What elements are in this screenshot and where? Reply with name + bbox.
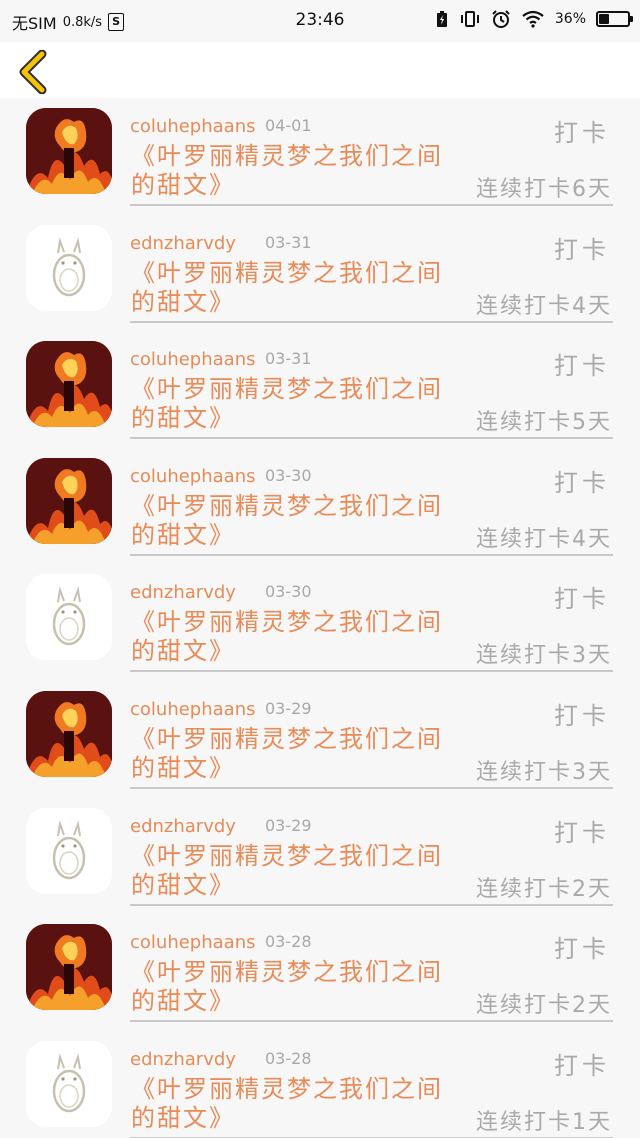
- book-title[interactable]: 《叶罗丽精灵梦之我们之间的甜文》: [131, 725, 461, 783]
- username[interactable]: ednzharvdy: [130, 816, 236, 837]
- post-date: 03-31: [265, 349, 312, 369]
- post-date: 03-30: [265, 465, 312, 485]
- battery-percent: 36%: [554, 11, 586, 27]
- flame-avatar-art: [26, 924, 112, 1011]
- divider: [130, 903, 613, 906]
- checkin-feed[interactable]: coluhephaans 04-01 《叶罗丽精灵梦之我们之间的甜文》 打卡 连…: [0, 98, 640, 1138]
- streak-label: 连续打卡6天: [476, 177, 612, 202]
- book-title[interactable]: 《叶罗丽精灵梦之我们之间的甜文》: [131, 375, 461, 433]
- vibrate-icon: [460, 11, 479, 27]
- back-button[interactable]: [14, 49, 54, 95]
- username[interactable]: coluhephaans: [130, 349, 255, 370]
- flame-avatar-art: [26, 341, 112, 428]
- post-date: 03-31: [265, 232, 312, 252]
- flame-avatar-art: [26, 690, 112, 777]
- divider: [130, 553, 613, 556]
- book-title[interactable]: 《叶罗丽精灵梦之我们之间的甜文》: [131, 608, 461, 666]
- post-date: 03-28: [265, 1048, 312, 1068]
- post-date: 03-30: [265, 582, 312, 602]
- username[interactable]: ednzharvdy: [130, 582, 236, 603]
- post-date: 03-29: [265, 698, 312, 718]
- status-right: 36%: [435, 9, 633, 29]
- feed-item[interactable]: ednzharvdy 03-28 《叶罗丽精灵梦之我们之间的甜文》 打卡 连续打…: [0, 1031, 640, 1138]
- totoro-avatar-art: [26, 807, 112, 894]
- totoro-avatar-art: [26, 1040, 112, 1127]
- divider: [130, 437, 613, 440]
- feed-item[interactable]: coluhephaans 04-01 《叶罗丽精灵梦之我们之间的甜文》 打卡 连…: [0, 98, 640, 215]
- avatar[interactable]: [26, 108, 112, 194]
- streak-label: 连续打卡2天: [476, 876, 612, 902]
- feed-item[interactable]: coluhephaans 03-31 《叶罗丽精灵梦之我们之间的甜文》 打卡 连…: [0, 331, 640, 448]
- post-date: 03-28: [265, 932, 312, 952]
- book-title[interactable]: 《叶罗丽精灵梦之我们之间的甜文》: [131, 958, 461, 1016]
- battery-icon: [596, 11, 633, 27]
- avatar[interactable]: [26, 690, 112, 777]
- checkin-button[interactable]: 打卡: [554, 929, 610, 964]
- feed-item[interactable]: coluhephaans 03-30 《叶罗丽精灵梦之我们之间的甜文》 打卡 连…: [0, 448, 640, 565]
- checkin-button[interactable]: 打卡: [554, 113, 610, 148]
- username[interactable]: coluhephaans: [130, 466, 255, 487]
- streak-label: 连续打卡3天: [476, 759, 612, 785]
- battery-saver-icon: [436, 11, 447, 27]
- book-title[interactable]: 《叶罗丽精灵梦之我们之间的甜文》: [131, 1075, 461, 1133]
- avatar[interactable]: [26, 807, 112, 894]
- username[interactable]: coluhephaans: [130, 116, 255, 137]
- streak-label: 连续打卡5天: [476, 410, 612, 436]
- feed-item[interactable]: ednzharvdy 03-30 《叶罗丽精灵梦之我们之间的甜文》 打卡 连续打…: [0, 564, 640, 681]
- flame-avatar-art: [26, 457, 112, 544]
- checkin-button[interactable]: 打卡: [554, 230, 610, 265]
- divider: [130, 204, 613, 206]
- feed-item[interactable]: ednzharvdy 03-31 《叶罗丽精灵梦之我们之间的甜文》 打卡 连续打…: [0, 215, 640, 332]
- checkin-button[interactable]: 打卡: [554, 813, 610, 848]
- alarm-icon: [492, 10, 510, 28]
- avatar[interactable]: [26, 224, 112, 311]
- divider: [130, 320, 613, 323]
- streak-label: 连续打卡3天: [476, 643, 612, 669]
- username[interactable]: ednzharvdy: [130, 1049, 236, 1070]
- username[interactable]: coluhephaans: [130, 699, 255, 720]
- book-title[interactable]: 《叶罗丽精灵梦之我们之间的甜文》: [131, 492, 461, 550]
- book-title[interactable]: 《叶罗丽精灵梦之我们之间的甜文》: [131, 142, 461, 200]
- feed-item[interactable]: coluhephaans 03-29 《叶罗丽精灵梦之我们之间的甜文》 打卡 连…: [0, 681, 640, 798]
- username[interactable]: coluhephaans: [130, 932, 255, 953]
- streak-label: 连续打卡4天: [476, 526, 612, 552]
- flame-avatar-art: [26, 108, 112, 194]
- chevron-left-icon: [19, 49, 47, 95]
- avatar[interactable]: [26, 574, 112, 661]
- feed-item[interactable]: coluhephaans 03-28 《叶罗丽精灵梦之我们之间的甜文》 打卡 连…: [0, 914, 640, 1031]
- avatar[interactable]: [26, 341, 112, 428]
- checkin-button[interactable]: 打卡: [554, 346, 610, 381]
- avatar[interactable]: [26, 457, 112, 544]
- totoro-avatar-art: [26, 574, 112, 661]
- checkin-button[interactable]: 打卡: [554, 1046, 610, 1081]
- feed-item[interactable]: ednzharvdy 03-29 《叶罗丽精灵梦之我们之间的甜文》 打卡 连续打…: [0, 798, 640, 915]
- wifi-icon: [522, 10, 544, 28]
- totoro-avatar-art: [26, 224, 112, 311]
- nav-bar: [0, 42, 640, 98]
- divider: [130, 786, 613, 789]
- status-bar: 无SIM 0.8k/s S 23:46 36%: [0, 0, 640, 42]
- streak-label: 连续打卡2天: [476, 993, 612, 1019]
- book-title[interactable]: 《叶罗丽精灵梦之我们之间的甜文》: [131, 842, 461, 900]
- battery-level: [599, 14, 609, 24]
- avatar[interactable]: [26, 924, 112, 1011]
- divider: [130, 670, 613, 673]
- checkin-button[interactable]: 打卡: [554, 696, 610, 731]
- post-date: 04-01: [265, 116, 312, 135]
- book-title[interactable]: 《叶罗丽精灵梦之我们之间的甜文》: [131, 259, 461, 317]
- divider: [130, 1020, 613, 1023]
- checkin-button[interactable]: 打卡: [554, 579, 610, 614]
- streak-label: 连续打卡1天: [476, 1109, 612, 1135]
- username[interactable]: ednzharvdy: [130, 233, 236, 254]
- avatar[interactable]: [26, 1040, 112, 1127]
- checkin-button[interactable]: 打卡: [554, 463, 610, 498]
- post-date: 03-29: [265, 815, 312, 835]
- streak-label: 连续打卡4天: [476, 293, 612, 319]
